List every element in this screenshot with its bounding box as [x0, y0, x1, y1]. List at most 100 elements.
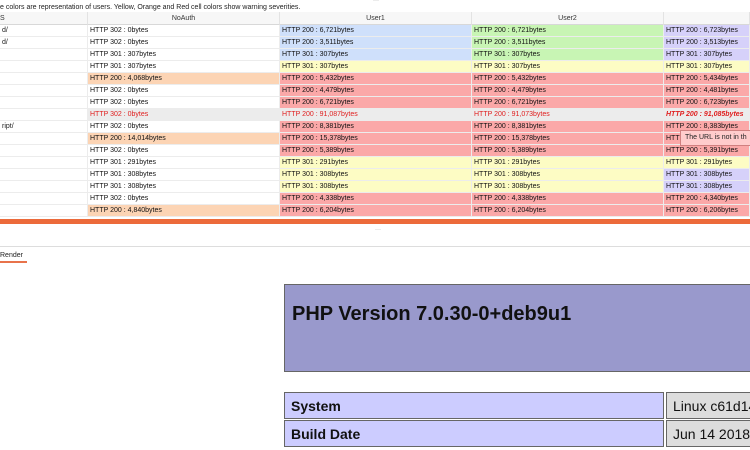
response-cell[interactable]: HTTP 301 : 308bytes — [88, 169, 280, 181]
response-cell[interactable]: HTTP 301 : 291bytes — [280, 157, 472, 169]
response-cell[interactable]: HTTP 302 : 0bytes — [88, 145, 280, 157]
response-cell[interactable]: HTTP 200 : 6,204bytes — [280, 205, 472, 217]
response-cell[interactable]: HTTP 200 : 91,073bytes — [472, 109, 664, 121]
table-row[interactable]: d/HTTP 302 : 0bytes HTTP 200 : 6,721bytes… — [0, 25, 750, 37]
response-cell[interactable]: HTTP 200 : 4,481bytes — [664, 85, 750, 97]
tab-render[interactable]: Render — [0, 251, 27, 263]
table-row[interactable]: HTTP 301 : 308bytes HTTP 301 : 308bytes HT… — [0, 169, 750, 181]
response-cell[interactable]: HTTP 200 : 5,391bytes — [664, 145, 750, 157]
path-cell[interactable] — [0, 169, 88, 181]
response-cell[interactable]: HTTP 200 : 5,432bytes — [280, 73, 472, 85]
table-row[interactable]: HTTP 200 : 4,840bytes HTTP 200 : 6,204byt… — [0, 205, 750, 217]
response-cell[interactable]: HTTP 200 : 3,511bytes — [280, 37, 472, 49]
path-cell[interactable] — [0, 49, 88, 61]
response-cell[interactable]: HTTP 301 : 291bytes — [664, 157, 750, 169]
path-cell[interactable] — [0, 205, 88, 217]
response-cell[interactable]: HTTP 200 : 4,338bytes — [472, 193, 664, 205]
column-header-noauth[interactable]: NoAuth — [88, 12, 280, 25]
response-cell[interactable]: HTTP 200 : 3,513bytes — [664, 37, 750, 49]
response-cell[interactable]: HTTP 301 : 307bytes — [472, 49, 664, 61]
response-cell[interactable]: HTTP 301 : 307bytes — [472, 61, 664, 73]
response-cell[interactable]: HTTP 200 : 8,381bytes — [280, 121, 472, 133]
response-cell[interactable]: HTTP 301 : 307bytes — [88, 61, 280, 73]
response-cell[interactable]: HTTP 301 : 308bytes — [280, 181, 472, 193]
response-cell[interactable]: HTTP 200 : 6,204bytes — [472, 205, 664, 217]
column-header-user2[interactable]: User2 — [472, 12, 664, 25]
response-cell[interactable]: HTTP 301 : 291bytes — [88, 157, 280, 169]
table-row[interactable]: HTTP 301 : 291bytes HTTP 301 : 291bytes HT… — [0, 157, 750, 169]
response-cell[interactable]: HTTP 301 : 308bytes — [472, 169, 664, 181]
path-cell[interactable] — [0, 133, 88, 145]
path-cell[interactable] — [0, 193, 88, 205]
column-header-path[interactable]: S — [0, 12, 88, 25]
response-cell[interactable]: HTTP 200 : 6,206bytes — [664, 205, 750, 217]
table-row[interactable]: HTTP 301 : 307bytes HTTP 301 : 307bytes HT… — [0, 61, 750, 73]
table-row[interactable]: HTTP 200 : 4,068bytes HTTP 200 : 5,432byt… — [0, 73, 750, 85]
response-cell[interactable]: HTTP 301 : 307bytes — [280, 49, 472, 61]
table-row[interactable]: HTTP 301 : 307bytes HTTP 301 : 307bytes HT… — [0, 49, 750, 61]
table-row[interactable]: HTTP 301 : 308bytes HTTP 301 : 308bytes HT… — [0, 181, 750, 193]
response-cell[interactable]: HTTP 200 : 4,340bytes — [664, 193, 750, 205]
response-cell[interactable]: HTTP 200 : 14,014bytes — [88, 133, 280, 145]
response-cell[interactable]: HTTP 200 : 15,378bytes — [280, 133, 472, 145]
response-cell[interactable]: HTTP 301 : 308bytes — [664, 169, 750, 181]
response-cell[interactable]: HTTP 302 : 0bytes — [88, 25, 280, 37]
table-row[interactable]: d/HTTP 302 : 0bytes HTTP 200 : 3,511bytes… — [0, 37, 750, 49]
response-cell[interactable]: HTTP 200 : 4,068bytes — [88, 73, 280, 85]
path-cell[interactable] — [0, 157, 88, 169]
table-row[interactable]: HTTP 302 : 0bytes HTTP 200 : 91,087bytes H… — [0, 109, 750, 121]
column-header-user3[interactable] — [664, 12, 750, 25]
response-cell[interactable]: HTTP 301 : 307bytes — [664, 49, 750, 61]
response-cell[interactable]: HTTP 302 : 0bytes — [88, 37, 280, 49]
table-row[interactable]: HTTP 302 : 0bytes HTTP 200 : 5,389bytes HT… — [0, 145, 750, 157]
path-cell[interactable]: ript/ — [0, 121, 88, 133]
response-cell[interactable]: HTTP 200 : 8,381bytes — [472, 121, 664, 133]
response-cell[interactable]: HTTP 200 : 6,721bytes — [280, 25, 472, 37]
table-row[interactable]: HTTP 200 : 14,014bytes HTTP 200 : 15,378b… — [0, 133, 750, 145]
table-row[interactable]: HTTP 302 : 0bytes HTTP 200 : 4,338bytes HT… — [0, 193, 750, 205]
response-cell[interactable]: HTTP 200 : 6,721bytes — [280, 97, 472, 109]
response-cell[interactable]: HTTP 200 : 5,389bytes — [472, 145, 664, 157]
response-cell[interactable]: HTTP 301 : 308bytes — [280, 169, 472, 181]
response-cell[interactable]: HTTP 200 : 4,338bytes — [280, 193, 472, 205]
response-cell[interactable]: HTTP 200 : 6,721bytes — [472, 97, 664, 109]
response-cell[interactable]: HTTP 200 : 15,378bytes — [472, 133, 664, 145]
response-cell[interactable]: HTTP 200 : 4,840bytes — [88, 205, 280, 217]
response-cell[interactable]: HTTP 200 : 91,087bytes — [280, 109, 472, 121]
table-row[interactable]: HTTP 302 : 0bytes HTTP 200 : 6,721bytes HT… — [0, 97, 750, 109]
response-cell[interactable]: HTTP 301 : 307bytes — [88, 49, 280, 61]
response-cell[interactable]: HTTP 302 : 0bytes — [88, 97, 280, 109]
path-cell[interactable] — [0, 109, 88, 121]
response-cell[interactable]: HTTP 200 : 6,723bytes — [664, 97, 750, 109]
response-cell[interactable]: HTTP 200 : 4,479bytes — [472, 85, 664, 97]
path-cell[interactable] — [0, 61, 88, 73]
response-cell[interactable]: HTTP 200 : 6,723bytes — [664, 25, 750, 37]
response-cell[interactable]: HTTP 301 : 307bytes — [280, 61, 472, 73]
split-resize-grip[interactable]: ··· — [375, 227, 383, 233]
table-row[interactable]: HTTP 302 : 0bytes HTTP 200 : 4,479bytes HT… — [0, 85, 750, 97]
column-header-user1[interactable]: User1 — [280, 12, 472, 25]
path-cell[interactable] — [0, 85, 88, 97]
response-cell[interactable]: HTTP 301 : 291bytes — [472, 157, 664, 169]
path-cell[interactable] — [0, 145, 88, 157]
response-cell[interactable]: HTTP 301 : 307bytes — [664, 61, 750, 73]
response-cell[interactable]: HTTP 302 : 0bytes — [88, 85, 280, 97]
response-cell[interactable]: HTTP 200 : 91,085bytes — [664, 109, 750, 121]
response-cell[interactable]: HTTP 301 : 308bytes — [472, 181, 664, 193]
path-cell[interactable] — [0, 181, 88, 193]
path-cell[interactable]: d/ — [0, 25, 88, 37]
response-cell[interactable]: HTTP 200 : 5,389bytes — [280, 145, 472, 157]
response-cell[interactable]: HTTP 200 : 6,721bytes — [472, 25, 664, 37]
response-cell[interactable]: HTTP 301 : 308bytes — [88, 181, 280, 193]
path-cell[interactable] — [0, 73, 88, 85]
path-cell[interactable]: d/ — [0, 37, 88, 49]
response-cell[interactable]: HTTP 301 : 308bytes — [664, 181, 750, 193]
top-resize-grip[interactable]: ··· — [370, 0, 382, 4]
response-cell[interactable]: HTTP 302 : 0bytes — [88, 193, 280, 205]
path-cell[interactable] — [0, 97, 88, 109]
response-cell[interactable]: HTTP 200 : 4,479bytes — [280, 85, 472, 97]
response-cell[interactable]: HTTP 302 : 0bytes — [88, 109, 280, 121]
table-row[interactable]: ript/HTTP 302 : 0bytes HTTP 200 : 8,381by… — [0, 121, 750, 133]
response-cell[interactable]: HTTP 200 : 3,511bytes — [472, 37, 664, 49]
response-cell[interactable]: HTTP 200 : 5,432bytes — [472, 73, 664, 85]
